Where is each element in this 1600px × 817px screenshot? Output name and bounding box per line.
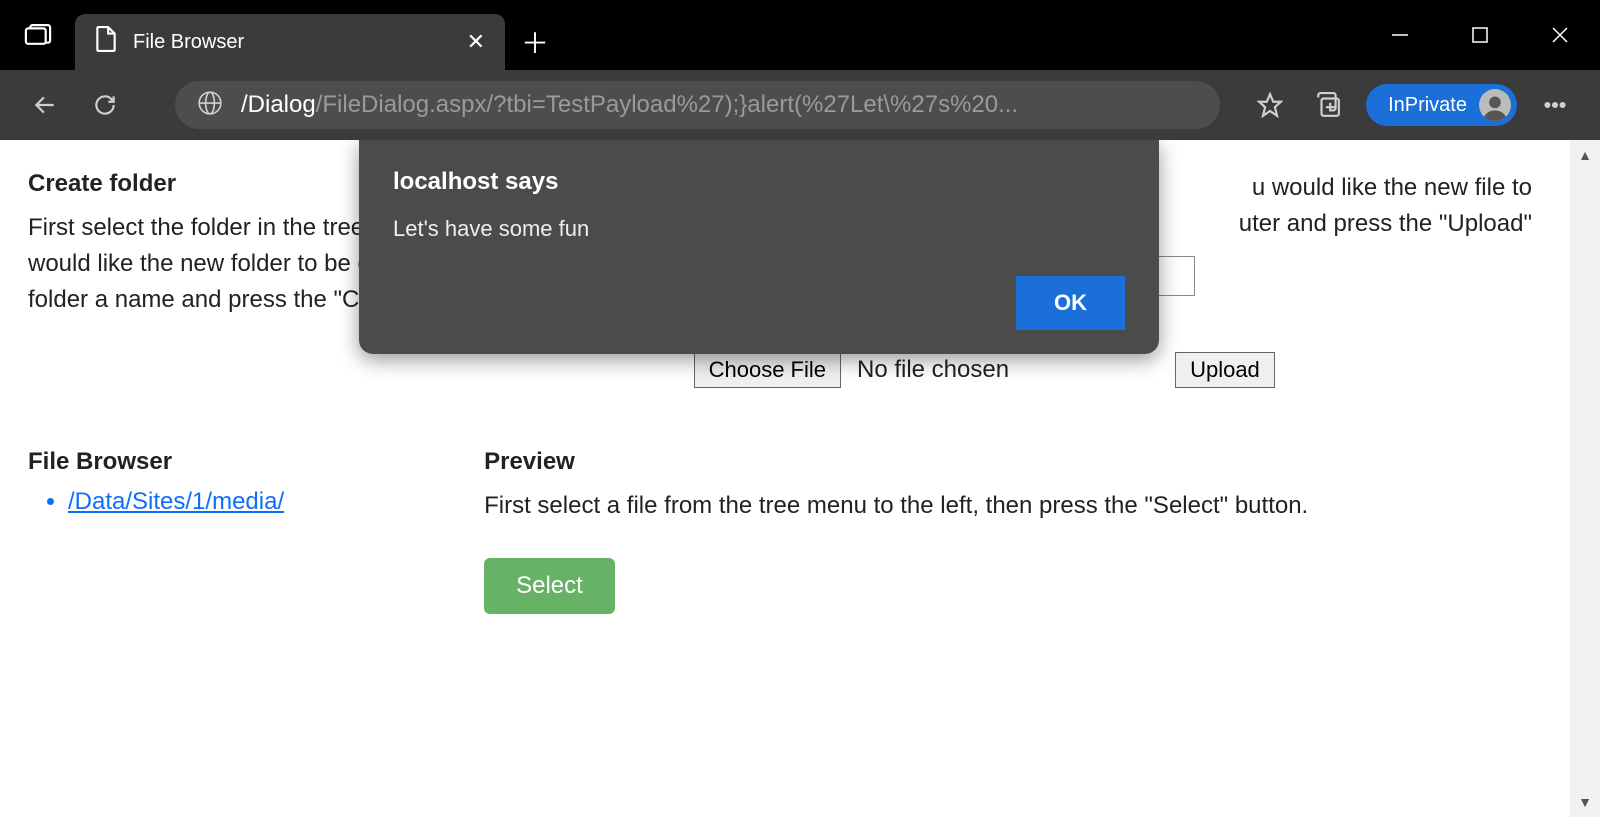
globe-icon <box>197 90 223 121</box>
upload-button[interactable]: Upload <box>1175 352 1275 388</box>
url-text: /Dialog/FileDialog.aspx/?tbi=TestPayload… <box>241 91 1198 119</box>
alert-message: Let's have some fun <box>393 216 1125 242</box>
window-minimize-button[interactable] <box>1360 0 1440 70</box>
inprivate-label: InPrivate <box>1388 94 1467 117</box>
choose-file-button[interactable]: Choose File <box>694 352 841 388</box>
alert-title: localhost says <box>393 168 1125 196</box>
upload-intro-fragment2: uter and press the "Upload" <box>1239 210 1532 237</box>
no-file-chosen-text: No file chosen <box>857 356 1009 384</box>
file-tree-link[interactable]: /Data/Sites/1/media/ <box>68 488 284 516</box>
scroll-down-arrow-icon[interactable]: ▼ <box>1570 787 1600 817</box>
window-close-button[interactable] <box>1520 0 1600 70</box>
tab-overview-button[interactable] <box>0 0 75 70</box>
favorites-button[interactable] <box>1250 85 1290 125</box>
profile-avatar-icon <box>1479 89 1511 121</box>
vertical-scrollbar[interactable]: ▲ ▼ <box>1570 140 1600 817</box>
collections-button[interactable] <box>1308 85 1348 125</box>
tab-close-button[interactable]: ✕ <box>467 29 485 55</box>
file-browser-heading: File Browser <box>28 448 284 476</box>
alert-ok-button[interactable]: OK <box>1016 276 1125 330</box>
window-controls <box>1360 0 1600 70</box>
new-tab-button[interactable]: ＋ <box>505 14 565 70</box>
toolbar: /Dialog/FileDialog.aspx/?tbi=TestPayload… <box>0 70 1600 140</box>
upload-intro-fragment: u would like the new file to <box>1252 174 1532 201</box>
back-button[interactable] <box>25 85 65 125</box>
address-bar[interactable]: /Dialog/FileDialog.aspx/?tbi=TestPayload… <box>175 81 1220 129</box>
preview-text: First select a file from the tree menu t… <box>484 488 1308 524</box>
more-menu-button[interactable] <box>1535 85 1575 125</box>
window-maximize-button[interactable] <box>1440 0 1520 70</box>
browser-tab[interactable]: File Browser ✕ <box>75 14 505 70</box>
js-alert-dialog: localhost says Let's have some fun OK <box>359 140 1159 354</box>
viewport: Create folder First select the folder in… <box>0 140 1600 817</box>
inprivate-badge[interactable]: InPrivate <box>1366 84 1517 126</box>
scroll-up-arrow-icon[interactable]: ▲ <box>1570 140 1600 170</box>
tab-title: File Browser <box>133 31 244 54</box>
refresh-button[interactable] <box>85 85 125 125</box>
titlebar: File Browser ✕ ＋ <box>0 0 1600 70</box>
file-icon <box>95 26 117 58</box>
select-button[interactable]: Select <box>484 558 615 614</box>
preview-heading: Preview <box>484 448 1308 476</box>
